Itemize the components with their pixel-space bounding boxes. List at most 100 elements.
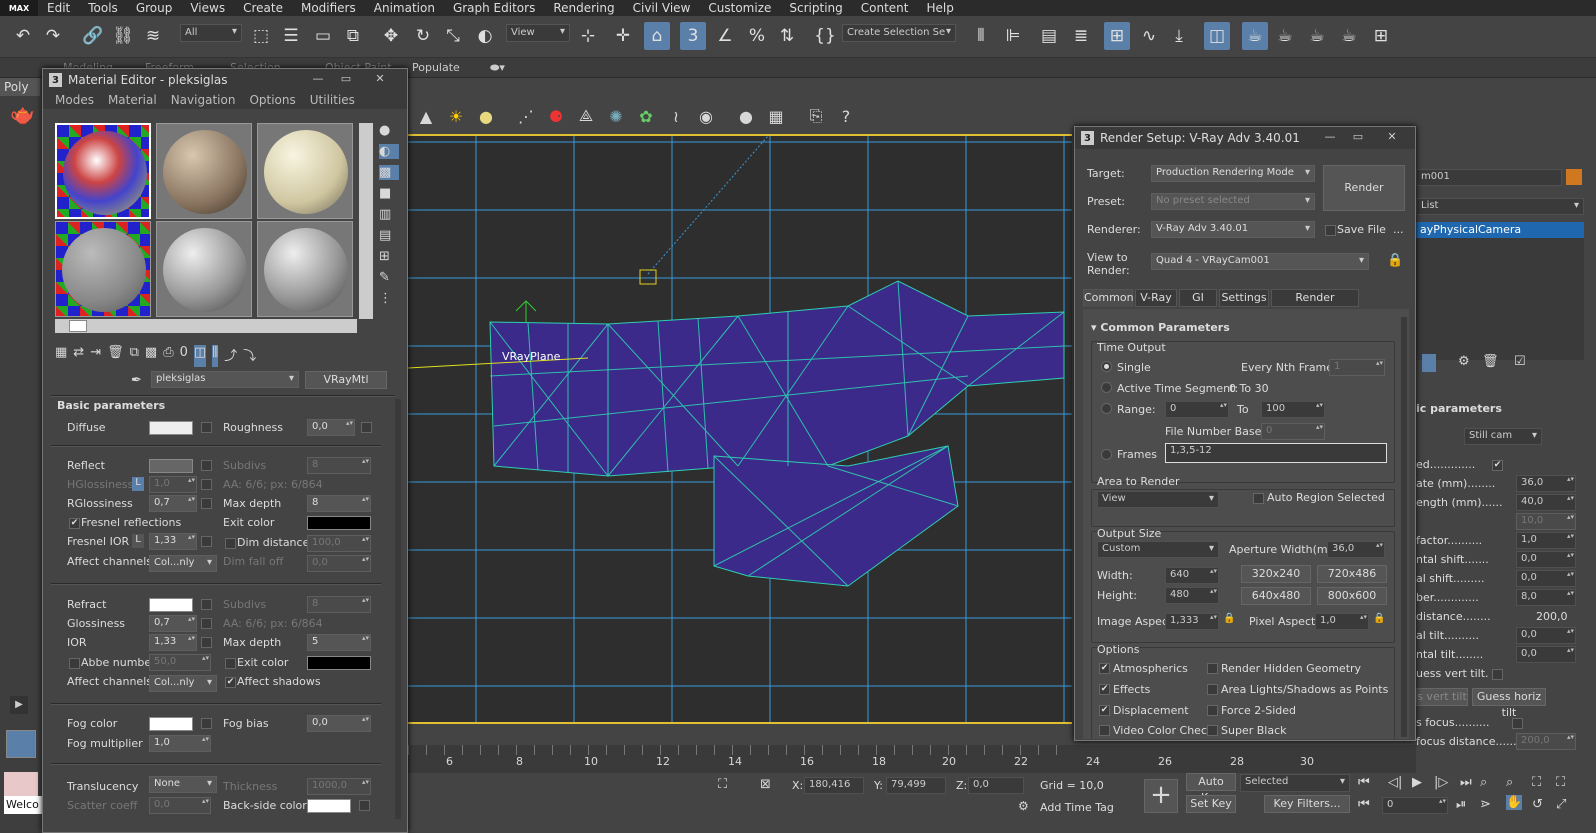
auto-guess-checkbox[interactable] bbox=[1492, 669, 1503, 680]
menu-rendering[interactable]: Rendering bbox=[544, 1, 623, 15]
next-frame-icon[interactable]: |▷ bbox=[1434, 775, 1448, 790]
make-unique-icon[interactable]: ▩ bbox=[145, 345, 157, 367]
guess-horiz-tilt-button[interactable]: Guess horiz tilt bbox=[1472, 688, 1546, 719]
fog-multiplier-field[interactable]: 1,0 bbox=[149, 735, 211, 752]
refract-map-button[interactable] bbox=[201, 599, 212, 610]
zoom-icon[interactable]: ⌕ bbox=[1480, 775, 1487, 790]
orbit-icon[interactable]: ↺ bbox=[1532, 797, 1543, 812]
material-editor-titlebar[interactable]: 3 Material Editor - pleksiglas — ▭ ✕ bbox=[43, 69, 407, 91]
maxscript-listener-icon[interactable] bbox=[4, 772, 38, 796]
specify-focus-checkbox[interactable] bbox=[1512, 718, 1523, 729]
tab-vray[interactable]: V-Ray bbox=[1135, 289, 1177, 307]
roughness-field[interactable]: 0,0 bbox=[307, 419, 355, 436]
atmospherics-checkbox[interactable]: ✔ bbox=[1099, 663, 1110, 674]
spinner-snap-icon[interactable]: ⇅ bbox=[774, 22, 800, 50]
go-forward-sibling-icon[interactable]: ⤵ bbox=[243, 345, 256, 367]
target-dropdown[interactable]: Production Rendering Mode bbox=[1151, 165, 1315, 182]
horizontal-tilt-field[interactable]: 0,0 bbox=[1516, 646, 1576, 663]
mirror-icon[interactable]: ⫴ bbox=[968, 22, 994, 50]
show-end-result-icon[interactable]: ⫼ bbox=[212, 345, 219, 367]
reference-coordinate-dropdown[interactable]: View bbox=[506, 24, 570, 42]
preset-640x480-button[interactable]: 640x480 bbox=[1241, 587, 1311, 605]
frames-field[interactable]: 1,3,5-12 bbox=[1165, 443, 1387, 463]
render-hidden-checkbox[interactable] bbox=[1207, 663, 1218, 674]
fresnel-ior-lock-button[interactable]: L bbox=[132, 534, 144, 548]
viewport-layout-icon[interactable] bbox=[6, 730, 36, 758]
menu-graph-editors[interactable]: Graph Editors bbox=[444, 1, 544, 15]
reflect-max-depth-field[interactable]: 8 bbox=[307, 495, 371, 512]
menu-modifiers[interactable]: Modifiers bbox=[292, 1, 365, 15]
make-unique-icon[interactable]: ⚙ bbox=[1458, 354, 1470, 369]
hglossiness-lock-button[interactable]: L bbox=[132, 477, 144, 491]
vrayfur-icon[interactable]: ✿ bbox=[634, 104, 658, 128]
abbe-field[interactable]: 50,0 bbox=[149, 654, 211, 671]
vertical-tilt-field[interactable]: 0,0 bbox=[1516, 627, 1576, 644]
undo-icon[interactable]: ↶ bbox=[10, 22, 36, 50]
move-icon[interactable]: ✥ bbox=[378, 22, 404, 50]
dim-distance-checkbox[interactable] bbox=[225, 538, 236, 549]
view-to-render-dropdown[interactable]: Quad 4 - VRayCam001 bbox=[1151, 253, 1369, 270]
zoom-extents-icon[interactable]: ⛶ bbox=[1532, 775, 1541, 790]
sun-icon[interactable]: ☀ bbox=[444, 104, 468, 128]
zoom-all-icon[interactable]: ⌕ bbox=[1506, 775, 1513, 790]
ox-icon[interactable]: ◉ bbox=[694, 104, 718, 128]
add-time-tag[interactable]: Add Time Tag bbox=[1040, 801, 1114, 814]
height-field[interactable]: 480 bbox=[1165, 587, 1219, 604]
common-parameters-rollout[interactable]: ▾ Common Parameters bbox=[1091, 321, 1230, 334]
options-icon[interactable]: ⊞ bbox=[379, 249, 399, 264]
timeline-ruler[interactable]: 6 8 10 12 14 16 18 20 22 bbox=[408, 745, 1072, 773]
field-of-view-icon[interactable]: ⋗ bbox=[1480, 797, 1491, 812]
set-key-button[interactable]: Set Key bbox=[1186, 795, 1236, 813]
back-side-map-button[interactable] bbox=[359, 800, 370, 811]
fog-color-map-button[interactable] bbox=[201, 718, 212, 729]
menu-utilities[interactable]: Utilities bbox=[310, 93, 355, 107]
sample-slot[interactable] bbox=[55, 123, 151, 219]
tab-common[interactable]: Common bbox=[1083, 289, 1134, 307]
align-icon[interactable]: ⊫ bbox=[1000, 22, 1026, 50]
guess-vert-tilt-button[interactable]: s vert tilt bbox=[1416, 688, 1468, 706]
rglossiness-map-button[interactable] bbox=[201, 498, 212, 509]
reflect-map-button[interactable] bbox=[201, 460, 212, 471]
sample-slot[interactable] bbox=[55, 221, 151, 317]
previous-frame-icon[interactable]: ◁| bbox=[1388, 775, 1402, 790]
minimize-icon[interactable]: — bbox=[305, 72, 331, 88]
preset-720x486-button[interactable]: 720x486 bbox=[1317, 565, 1387, 583]
maximize-viewport-icon[interactable]: ⤢ bbox=[1556, 797, 1566, 812]
select-by-name-icon[interactable]: ☰ bbox=[278, 22, 304, 50]
material-name-field[interactable]: pleksiglas bbox=[151, 371, 299, 388]
rglossiness-field[interactable]: 0,7 bbox=[149, 495, 197, 512]
key-filters-button[interactable]: Key Filters... bbox=[1264, 795, 1350, 813]
angle-snap-icon[interactable]: ∠ bbox=[712, 22, 738, 50]
area-to-render-dropdown[interactable]: View bbox=[1097, 491, 1219, 508]
tab-settings[interactable]: Settings bbox=[1219, 289, 1269, 307]
get-material-icon[interactable]: ▦ bbox=[55, 345, 67, 367]
sample-slots-scrollbar[interactable] bbox=[55, 319, 357, 333]
hglossiness-field[interactable]: 1,0 bbox=[149, 476, 197, 493]
backlight-icon[interactable]: ◐ bbox=[379, 144, 399, 159]
super-black-checkbox[interactable] bbox=[1207, 725, 1218, 736]
snaps-toggle-icon[interactable]: 3 bbox=[680, 22, 706, 50]
menu-help[interactable]: Help bbox=[918, 1, 963, 15]
sample-slots-vscroll[interactable] bbox=[359, 123, 373, 319]
key-mode-icon[interactable]: ⏮ bbox=[1358, 797, 1370, 812]
camera-type-dropdown[interactable]: Still cam bbox=[1464, 428, 1542, 445]
percent-snap-icon[interactable]: % bbox=[744, 22, 770, 50]
output-size-dropdown[interactable]: Custom bbox=[1097, 541, 1219, 558]
fog-bias-field[interactable]: 0,0 bbox=[307, 715, 371, 732]
vray-toolbar-icon[interactable]: ⊞ bbox=[1368, 22, 1394, 50]
selection-lock-icon[interactable]: ⛶ bbox=[718, 777, 727, 792]
auto-key-button[interactable]: Auto Key bbox=[1186, 773, 1236, 804]
select-by-material-icon[interactable]: ✎ bbox=[379, 270, 399, 285]
help-icon[interactable]: ? bbox=[834, 104, 858, 128]
dim-distance-field[interactable]: 100,0 bbox=[307, 535, 371, 552]
refract-glossiness-field[interactable]: 0,7 bbox=[149, 615, 197, 632]
dope-sheet-icon[interactable]: ⤓ bbox=[1166, 22, 1192, 50]
window-crossing-icon[interactable]: ⧉ bbox=[340, 22, 366, 50]
video-color-check-icon[interactable]: ▥ bbox=[379, 207, 399, 222]
refract-exit-checkbox[interactable] bbox=[225, 658, 236, 669]
maxscript-mini-listener[interactable]: Welco bbox=[4, 796, 44, 814]
refract-subdivs-field[interactable]: 8 bbox=[307, 596, 371, 613]
range-radio[interactable] bbox=[1101, 403, 1112, 414]
tab-render-elements[interactable]: Render Elements bbox=[1271, 289, 1359, 320]
sphere-icon[interactable]: ● bbox=[734, 104, 758, 128]
